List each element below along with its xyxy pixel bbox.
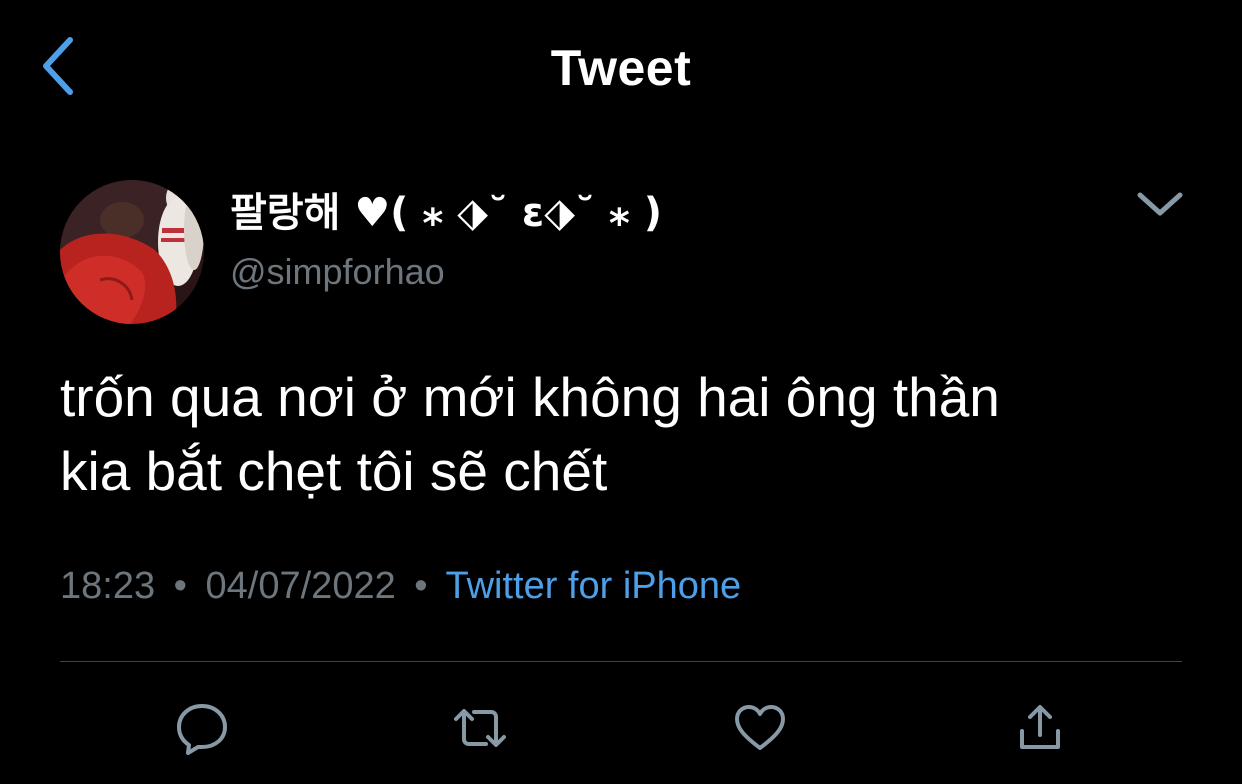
tweet-time[interactable]: 18:23 — [60, 565, 155, 607]
chevron-down-icon — [1137, 192, 1183, 216]
retweet-button[interactable] — [450, 700, 510, 756]
divider — [60, 661, 1182, 662]
retweet-icon — [454, 709, 506, 747]
tweet-source-link[interactable]: Twitter for iPhone — [445, 565, 741, 607]
heart-icon — [735, 705, 785, 750]
reply-icon — [177, 704, 227, 755]
tweet-text: trốn qua nơi ở mới không hai ông thần ki… — [60, 366, 1000, 502]
tweet-meta: 18:23 • 04/07/2022 • Twitter for iPhone — [60, 562, 741, 610]
page-title: Tweet — [550, 40, 692, 96]
tweet-date[interactable]: 04/07/2022 — [206, 565, 396, 607]
share-button[interactable] — [1010, 700, 1070, 756]
separator-dot: • — [414, 565, 428, 607]
reply-button[interactable] — [172, 700, 232, 756]
separator-dot: • — [173, 565, 187, 607]
author-display-name[interactable]: 팔랑해 ♥︎( ⁎ ⬗˘ ε⬗˘ ⁎ ) — [230, 188, 662, 238]
tweet-menu-button[interactable] — [1134, 182, 1186, 226]
author-handle[interactable]: @simpforhao — [230, 250, 445, 294]
share-icon — [1020, 705, 1060, 749]
like-button[interactable] — [730, 700, 790, 756]
avatar[interactable] — [60, 180, 204, 324]
avatar-image — [60, 180, 204, 324]
